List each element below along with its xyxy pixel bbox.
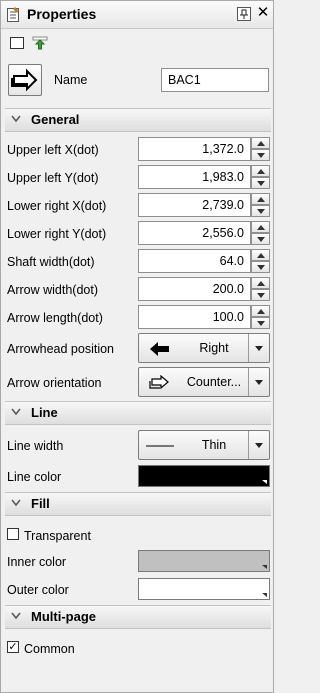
blank-page-icon[interactable]: [8, 34, 26, 52]
upper-left-x-label: Upper left X(dot): [7, 143, 99, 157]
section-fill[interactable]: Fill: [5, 492, 271, 516]
chevron-down-icon: [255, 443, 263, 448]
upper-left-y-label: Upper left Y(dot): [7, 171, 99, 185]
line-width-label: Line width: [7, 439, 64, 453]
transparent-checkbox[interactable]: [7, 528, 19, 540]
spin-down-button[interactable]: [251, 177, 270, 189]
spin-up-button[interactable]: [251, 277, 270, 289]
line-color-label: Line color: [7, 470, 62, 484]
spin-down-button[interactable]: [251, 289, 270, 301]
line-color-picker[interactable]: [138, 465, 270, 487]
arrow-length-label: Arrow length(dot): [7, 311, 103, 325]
close-icon[interactable]: ✕: [256, 5, 270, 21]
section-general[interactable]: General: [5, 108, 271, 132]
upper-left-y-input[interactable]: 1,983.0: [138, 165, 251, 189]
inner-color-picker[interactable]: [138, 550, 270, 572]
section-title: Multi-page: [31, 609, 96, 624]
green-arrow-icon[interactable]: [31, 34, 49, 52]
lower-right-x-spinner[interactable]: [251, 193, 270, 217]
properties-icon: [7, 7, 19, 22]
dropdown-corner-icon: [262, 593, 267, 597]
shaft-width-label: Shaft width(dot): [7, 255, 95, 269]
lower-right-y-input[interactable]: 2,556.0: [138, 221, 251, 245]
spin-down-button[interactable]: [251, 261, 270, 273]
shaft-width-spinner[interactable]: [251, 249, 270, 273]
common-label: Common: [24, 642, 75, 656]
outer-color-picker[interactable]: [138, 578, 270, 600]
spin-up-button[interactable]: [251, 193, 270, 205]
section-multi-page[interactable]: Multi-page: [5, 605, 271, 629]
upper-left-y-spinner[interactable]: [251, 165, 270, 189]
lower-right-y-label: Lower right Y(dot): [7, 227, 107, 241]
title-bar: Properties ✕: [1, 1, 273, 29]
arrowhead-position-select[interactable]: Right: [138, 333, 270, 363]
chevron-down-icon: [11, 612, 21, 620]
spin-down-button[interactable]: [251, 205, 270, 217]
arrow-orientation-value: Counter...: [186, 375, 242, 389]
arrow-shape-icon: [11, 68, 38, 92]
transparent-label: Transparent: [24, 529, 91, 543]
spin-up-button[interactable]: [251, 221, 270, 233]
chevron-down-icon: [255, 380, 263, 385]
arrowhead-position-label: Arrowhead position: [7, 342, 115, 356]
section-line[interactable]: Line: [5, 401, 271, 425]
panel-title: Properties: [27, 6, 97, 22]
chevron-down-icon: [255, 346, 263, 351]
chevron-down-icon: [11, 499, 21, 507]
arrow-orientation-select[interactable]: Counter...: [138, 367, 270, 397]
arrow-length-input[interactable]: 100.0: [138, 305, 251, 329]
spin-up-button[interactable]: [251, 165, 270, 177]
lower-right-x-input[interactable]: 2,739.0: [138, 193, 251, 217]
name-input[interactable]: BAC1: [161, 68, 269, 92]
dropdown-button[interactable]: [248, 431, 269, 459]
pin-glyph-icon: [240, 9, 248, 19]
line-width-value: Thin: [201, 438, 227, 452]
arrow-width-spinner[interactable]: [251, 277, 270, 301]
common-checkbox[interactable]: ✓: [7, 641, 19, 653]
spin-up-button[interactable]: [251, 249, 270, 261]
arrow-length-spinner[interactable]: [251, 305, 270, 329]
line-sample-icon: [146, 445, 174, 447]
lower-right-x-label: Lower right X(dot): [7, 199, 107, 213]
spin-down-button[interactable]: [251, 149, 270, 161]
arrow-width-label: Arrow width(dot): [7, 283, 98, 297]
object-type-button[interactable]: [8, 64, 42, 96]
section-title: General: [31, 112, 80, 127]
line-width-select[interactable]: Thin: [138, 430, 270, 460]
name-label: Name: [54, 73, 88, 87]
spin-up-button[interactable]: [251, 137, 270, 149]
inner-color-label: Inner color: [7, 555, 67, 569]
section-title: Fill: [31, 496, 50, 511]
properties-panel: Properties ✕ Name BAC1 General Upper lef…: [0, 0, 274, 693]
chevron-down-icon: [11, 115, 21, 123]
spin-up-button[interactable]: [251, 305, 270, 317]
spin-down-button[interactable]: [251, 317, 270, 329]
arrow-orientation-label: Arrow orientation: [7, 376, 102, 390]
dropdown-button[interactable]: [248, 334, 269, 362]
arrowhead-left-icon: [150, 342, 169, 356]
chevron-down-icon: [11, 408, 21, 416]
pin-icon[interactable]: [237, 7, 251, 21]
arrow-width-input[interactable]: 200.0: [138, 277, 251, 301]
dropdown-corner-icon: [262, 565, 267, 569]
spin-down-button[interactable]: [251, 233, 270, 245]
dropdown-corner-icon: [262, 480, 267, 484]
shaft-width-input[interactable]: 64.0: [138, 249, 251, 273]
dropdown-button[interactable]: [248, 368, 269, 396]
counter-arrow-icon: [149, 375, 169, 390]
upper-left-x-spinner[interactable]: [251, 137, 270, 161]
lower-right-y-spinner[interactable]: [251, 221, 270, 245]
upper-left-x-input[interactable]: 1,372.0: [138, 137, 251, 161]
arrowhead-position-value: Right: [199, 341, 229, 355]
section-title: Line: [31, 405, 58, 420]
outer-color-label: Outer color: [7, 583, 69, 597]
